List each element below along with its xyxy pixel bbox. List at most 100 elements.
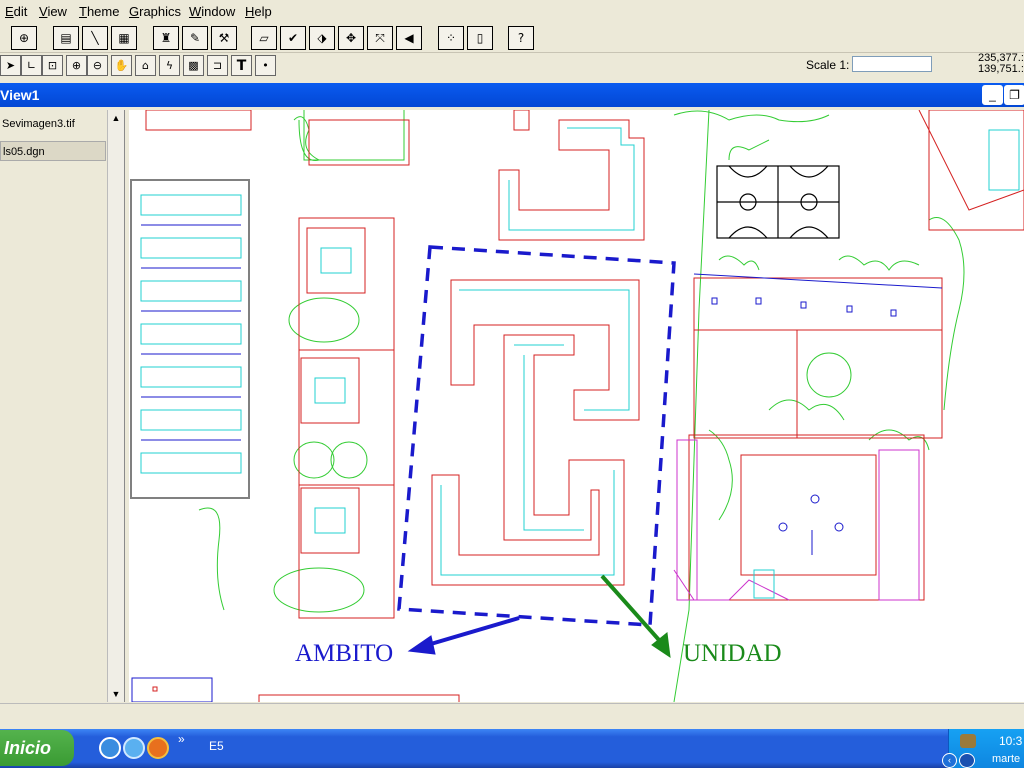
- hotlink-icon: ⚒: [218, 31, 230, 45]
- select-icon: ⊡: [47, 59, 58, 72]
- select-tool[interactable]: ⊡: [42, 55, 63, 76]
- pointer-tool[interactable]: ➤: [0, 55, 21, 76]
- edit-legend-button[interactable]: ╲: [82, 26, 108, 50]
- system-tray: ‹ 10:3 marte: [942, 729, 1024, 768]
- pan-tool[interactable]: ✋: [111, 55, 132, 76]
- query-builder-button[interactable]: ✔: [280, 26, 306, 50]
- menu-bar: Edit View Theme Graphics Window Help: [0, 0, 1024, 25]
- select-by-theme-button[interactable]: ▱: [251, 26, 277, 50]
- zoom-out-tool[interactable]: ⊖: [87, 55, 108, 76]
- zoom-full-icon: ⬗: [317, 31, 327, 45]
- zoom-previous-icon: ◀: [404, 31, 414, 45]
- area-tool[interactable]: ▩: [183, 55, 204, 76]
- sports-courts: [716, 165, 840, 239]
- help-button[interactable]: ?: [508, 26, 534, 50]
- unit-squares: [314, 247, 352, 534]
- start-button[interactable]: Inicio: [0, 730, 74, 766]
- school-windows: [693, 273, 943, 555]
- theme-item-ls05[interactable]: ls05.dgn: [0, 141, 106, 161]
- toc-scrollbar[interactable]: ▲ ▼: [107, 110, 124, 702]
- add-theme-button[interactable]: ⊕: [11, 26, 37, 50]
- area-icon: ▩: [188, 59, 199, 72]
- restore-button[interactable]: ❐: [1004, 85, 1024, 105]
- tray-expand-icon[interactable]: ‹: [942, 753, 957, 768]
- task-button[interactable]: E5: [209, 739, 224, 753]
- theme-item-sevimagen3[interactable]: Sevimagen3.tif: [0, 114, 106, 134]
- lightning-icon: ϟ: [165, 59, 174, 72]
- zoom-in-tool[interactable]: ⊕: [66, 55, 87, 76]
- scale-input[interactable]: [852, 56, 932, 72]
- coordinate-readout: 235,377.: 139,751.:: [978, 53, 1024, 75]
- zoom-full-button[interactable]: ⬗: [309, 26, 335, 50]
- locate-button[interactable]: ✎: [182, 26, 208, 50]
- misc-cyan: [753, 129, 1020, 599]
- button-bar: ⊕ ▤ ╲ ▦ ♜ ✎ ⚒ ▱ ✔ ⬗ ✥ ⤧ ◀ ⁘ ▯ ?: [0, 24, 1024, 53]
- scroll-up-icon[interactable]: ▲: [108, 110, 124, 126]
- zoom-selected-button[interactable]: ⤧: [367, 26, 393, 50]
- menu-theme[interactable]: Theme: [79, 4, 119, 19]
- unidad-arrow: [600, 574, 671, 659]
- top-building: [498, 110, 645, 241]
- central-building: [431, 279, 640, 586]
- menu-view[interactable]: View: [39, 4, 67, 19]
- network-icon[interactable]: [960, 734, 976, 748]
- query-builder-icon: ✔: [287, 31, 299, 45]
- zoom-to-themes-icon: ✥: [345, 31, 357, 45]
- minimize-icon: _: [989, 88, 996, 102]
- map-canvas[interactable]: AMBITO UNIDAD: [129, 110, 1024, 702]
- vertex-icon: ∟: [26, 59, 37, 72]
- coord-y: 139,751.:: [978, 63, 1024, 75]
- minimize-button[interactable]: _: [982, 85, 1003, 105]
- pan-hand-icon: ✋: [114, 59, 129, 72]
- open-table-button[interactable]: ▦: [111, 26, 137, 50]
- layout-button[interactable]: ▯: [467, 26, 493, 50]
- hotlink-button[interactable]: ⚒: [211, 26, 237, 50]
- ie-icon[interactable]: [99, 737, 121, 759]
- explorer-icon[interactable]: [123, 737, 145, 759]
- find-button[interactable]: ♜: [153, 26, 179, 50]
- firefox-icon[interactable]: [147, 737, 169, 759]
- parking-lot: [130, 179, 250, 499]
- point-tool[interactable]: •: [255, 55, 276, 76]
- locate-icon: ✎: [189, 31, 201, 45]
- zoom-to-themes-button[interactable]: ✥: [338, 26, 364, 50]
- menu-graphics[interactable]: Graphics: [129, 4, 181, 19]
- hotlink-tool[interactable]: ϟ: [159, 55, 180, 76]
- view-titlebar[interactable]: View1 _ ❐: [0, 83, 1024, 107]
- add-theme-icon: ⊕: [18, 31, 30, 45]
- label-icon: ⊐: [212, 59, 223, 72]
- find-icon: ♜: [160, 31, 172, 45]
- scale-label: Scale 1:: [806, 58, 850, 72]
- school-details: [673, 439, 920, 601]
- ambito-boundary: [397, 245, 676, 627]
- menu-edit[interactable]: Edit: [5, 4, 27, 19]
- measure-tool[interactable]: ⌂: [135, 55, 156, 76]
- building-column: [145, 110, 410, 619]
- zoom-previous-button[interactable]: ◀: [396, 26, 422, 50]
- zoom-selected-icon: ⤧: [375, 30, 385, 45]
- vertex-tool[interactable]: ∟: [21, 55, 42, 76]
- volume-icon[interactable]: [959, 753, 975, 768]
- select-all-icon: ⁘: [445, 31, 457, 45]
- quicklaunch-more-icon[interactable]: »: [178, 732, 185, 746]
- clock[interactable]: 10:3: [999, 734, 1022, 748]
- day-label: marte: [992, 753, 1021, 765]
- status-bar: [0, 703, 1024, 730]
- layout-icon: ▯: [476, 31, 484, 45]
- theme-properties-icon: ▤: [60, 31, 72, 45]
- scroll-down-icon[interactable]: ▼: [108, 686, 124, 702]
- measure-icon: ⌂: [142, 59, 149, 72]
- ambito-label: AMBITO: [295, 640, 394, 667]
- label-tool[interactable]: ⊐: [207, 55, 228, 76]
- select-all-button[interactable]: ⁘: [438, 26, 464, 50]
- menu-help[interactable]: Help: [245, 4, 272, 19]
- vegetation: [198, 110, 965, 702]
- pointer-icon: ➤: [5, 59, 16, 72]
- point-icon: •: [262, 59, 269, 72]
- tool-bar: ➤ ∟ ⊡ ⊕ ⊖ ✋ ⌂ ϟ ▩ ⊐ T • Scale 1: 235,377…: [0, 53, 1024, 79]
- select-by-theme-icon: ▱: [259, 31, 269, 45]
- theme-properties-button[interactable]: ▤: [53, 26, 79, 50]
- zoom-out-icon: ⊖: [92, 59, 103, 72]
- text-tool[interactable]: T: [231, 55, 252, 76]
- menu-window[interactable]: Window: [189, 4, 235, 19]
